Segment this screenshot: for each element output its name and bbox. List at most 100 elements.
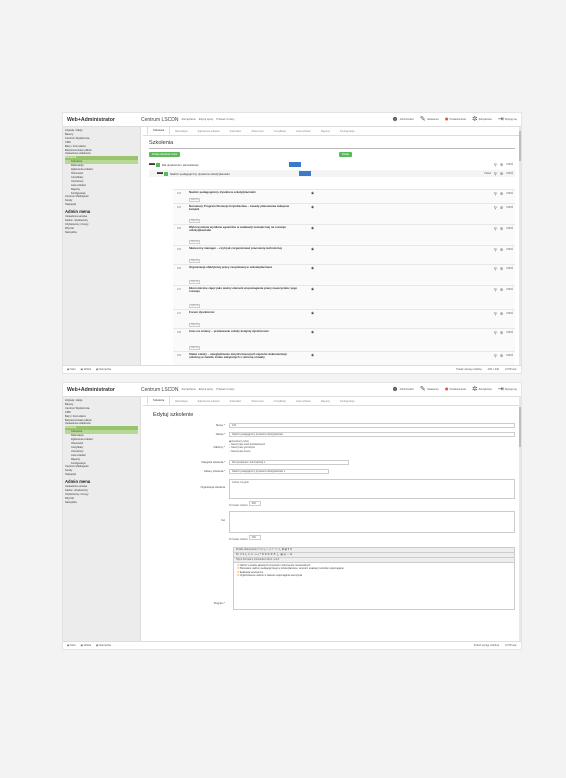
training-title[interactable]: Organizacja efektywnej pracy zespołowej … [189, 265, 299, 269]
tab[interactable]: Certyfikaty [269, 128, 291, 135]
scrollbar[interactable] [519, 127, 521, 365]
header-link[interactable]: Edytuj wpisy [199, 388, 213, 391]
footer-item[interactable]: ▣ Start [67, 644, 76, 647]
tab[interactable]: Konfiguracja [335, 128, 359, 135]
delete-link[interactable]: USUŃ [506, 267, 513, 270]
topnav-logout[interactable]: ⇥ Wyloguj się [498, 116, 517, 123]
scrollbar-thumb[interactable] [519, 407, 521, 447]
tab[interactable]: Raporty [316, 398, 335, 405]
site-name[interactable]: Centrum LSCDN [141, 117, 179, 123]
training-title[interactable]: Nadzór pedagogiczny dyrektora szkoły/pla… [189, 190, 299, 194]
training-tag[interactable]: WIDOK [189, 219, 201, 223]
topnav-manage[interactable]: ✲ Zarządzanie [472, 386, 492, 393]
gear-icon[interactable]: ✲ [500, 171, 503, 176]
tab[interactable]: Raporty [316, 128, 335, 135]
tree-root[interactable]: ▬ Dla dyrektorów i administracji ⚲ ✲ USUŃ [149, 161, 515, 168]
add-button[interactable]: Dodaj [339, 152, 352, 157]
header-link[interactable]: Edytuj wpisy [199, 118, 213, 121]
search-icon[interactable]: ⚲ [494, 191, 497, 196]
gear-icon[interactable]: ✲ [500, 330, 503, 335]
tab-trainings[interactable]: Szkolenia [147, 397, 171, 405]
search-icon[interactable]: ⚲ [494, 171, 497, 176]
gear-icon[interactable]: ✲ [500, 247, 503, 252]
tab[interactable]: Rekrutacja [170, 398, 192, 405]
sidebar-item[interactable]: Statystyki [65, 473, 138, 477]
tab[interactable]: Lista szkoleń [291, 398, 316, 405]
brand-logo[interactable]: Web+Administrator [63, 387, 141, 393]
training-title[interactable]: Forum dyrektorów [189, 310, 299, 314]
editor-body[interactable]: ☑ Nadzór w świetle aktualnych przepisów … [234, 563, 514, 609]
delete-link[interactable]: USUŃ [506, 172, 513, 175]
search-icon[interactable]: ⚲ [494, 226, 497, 231]
brand-logo[interactable]: Web+Administrator [63, 117, 141, 123]
training-tag[interactable]: WIDOK [189, 280, 201, 284]
tab[interactable]: Certyfikaty [269, 398, 291, 405]
training-row[interactable]: 106 Skuteczny manager – czyli jak zorgani… [173, 245, 515, 264]
gear-icon[interactable]: ✲ [500, 205, 503, 210]
training-title[interactable]: Czas na zmiany – przekazanie szkoły kole… [189, 329, 299, 333]
name-field[interactable]: Nadzór pedagogiczny dyrektora szkoły/pla… [229, 432, 515, 437]
tab[interactable]: Obecności [246, 398, 268, 405]
sidebar-admin-item[interactable]: Narzędzia [65, 231, 138, 235]
topnav-logout[interactable]: ⇥ Wyloguj się [498, 386, 517, 393]
search-icon[interactable]: ⚲ [494, 205, 497, 210]
scrollbar[interactable] [519, 397, 521, 641]
eye-icon[interactable]: ◉ [311, 247, 314, 251]
scrollbar-thumb[interactable] [519, 131, 521, 161]
footer-item[interactable]: ▣ Widok [81, 644, 91, 647]
gear-icon[interactable]: ✲ [500, 266, 503, 271]
tab[interactable]: Zgłoszenia szkoleń [193, 398, 225, 405]
delete-link[interactable]: USUŃ [506, 192, 513, 195]
training-row[interactable]: 103 Nadzór pedagogiczny dyrektora szkoły/… [173, 189, 515, 203]
topnav-admin[interactable]: ☻ Administrator [391, 386, 413, 393]
search-icon[interactable]: ⚲ [494, 247, 497, 252]
gear-icon[interactable]: ✲ [500, 191, 503, 196]
delete-link[interactable]: USUŃ [506, 331, 513, 334]
training-tag[interactable]: WIDOK [189, 323, 201, 327]
gear-icon[interactable]: ✲ [500, 287, 503, 292]
tree-category[interactable]: ▬ Nadzór pedagogiczny dyrektora szkoły/p… [149, 170, 515, 177]
training-title[interactable]: Wykorzystanie wyników egzaminu w ewaluac… [189, 225, 299, 233]
training-title[interactable]: Narodowy Program Rozwoju Czytelnictwa – … [189, 204, 299, 212]
training-row[interactable]: 106 Organizacja efektywnej pracy zespołow… [173, 264, 515, 285]
header-link[interactable]: Zarządzanie [182, 388, 196, 391]
training-row[interactable]: 107 Forum dyrektorów WIDOK ◉ ⚲ ✲ USUŃ [173, 309, 515, 328]
training-tag[interactable]: WIDOK [189, 259, 201, 263]
training-title[interactable]: Ekonomiczne zajęć jako ważny element wsp… [189, 286, 299, 294]
delete-link[interactable]: USUŃ [506, 163, 513, 166]
delete-link[interactable]: USUŃ [506, 354, 513, 357]
eye-icon[interactable]: ◉ [311, 205, 314, 209]
eye-icon[interactable]: ◉ [311, 191, 314, 195]
gear-icon[interactable]: ✲ [500, 226, 503, 231]
training-row[interactable]: 109 Statut szkoły – uwzględnienie dotychc… [173, 351, 515, 365]
header-link[interactable]: Przekaż zmiany [216, 118, 234, 121]
number-field[interactable]: 103 [229, 423, 515, 428]
footer-item[interactable]: ▣ Start [67, 368, 76, 371]
topnav-manage[interactable]: ✲ Zarządzanie [472, 116, 492, 123]
eye-icon[interactable]: ◉ [311, 330, 314, 334]
tab-trainings[interactable]: Szkolenia [147, 127, 171, 135]
training-tag[interactable]: WIDOK [189, 198, 201, 202]
category-filter[interactable]: Pokaż [484, 172, 491, 175]
tab[interactable]: Zgłoszenia szkoleń [193, 128, 225, 135]
topnav-notifications[interactable]: ● Powiadomienia [444, 386, 465, 393]
training-title[interactable]: Skuteczny manager – czyli jak zorganizow… [189, 246, 299, 250]
organization-textarea[interactable]: Liczba: 12 godz. [229, 479, 515, 499]
gear-icon[interactable]: ✲ [500, 311, 503, 316]
eye-icon[interactable]: ◉ [311, 266, 314, 270]
gear-icon[interactable]: ✲ [500, 162, 503, 167]
topnav-settings[interactable]: ✎ Ustawienia [420, 116, 439, 123]
delete-link[interactable]: USUŃ [506, 206, 513, 209]
add-training-button[interactable]: Dodaj szkolenie nowe [149, 152, 181, 157]
search-icon[interactable]: ⚲ [494, 311, 497, 316]
header-link[interactable]: Zarządzanie [182, 118, 196, 121]
tab[interactable]: Kalendarz [225, 128, 247, 135]
search-icon[interactable]: ⚲ [494, 330, 497, 335]
training-tag[interactable]: WIDOK [189, 304, 201, 308]
eye-icon[interactable]: ◉ [311, 226, 314, 230]
footer-mobile-link[interactable]: Pokaż wersję mobilną [456, 368, 481, 371]
tab[interactable]: Obecności [246, 128, 268, 135]
eye-icon[interactable]: ◉ [311, 353, 314, 357]
gear-icon[interactable]: ✲ [500, 353, 503, 358]
main-select[interactable]: Nadzór pedagogiczny dyrektora szkoły/pla… [229, 469, 329, 474]
